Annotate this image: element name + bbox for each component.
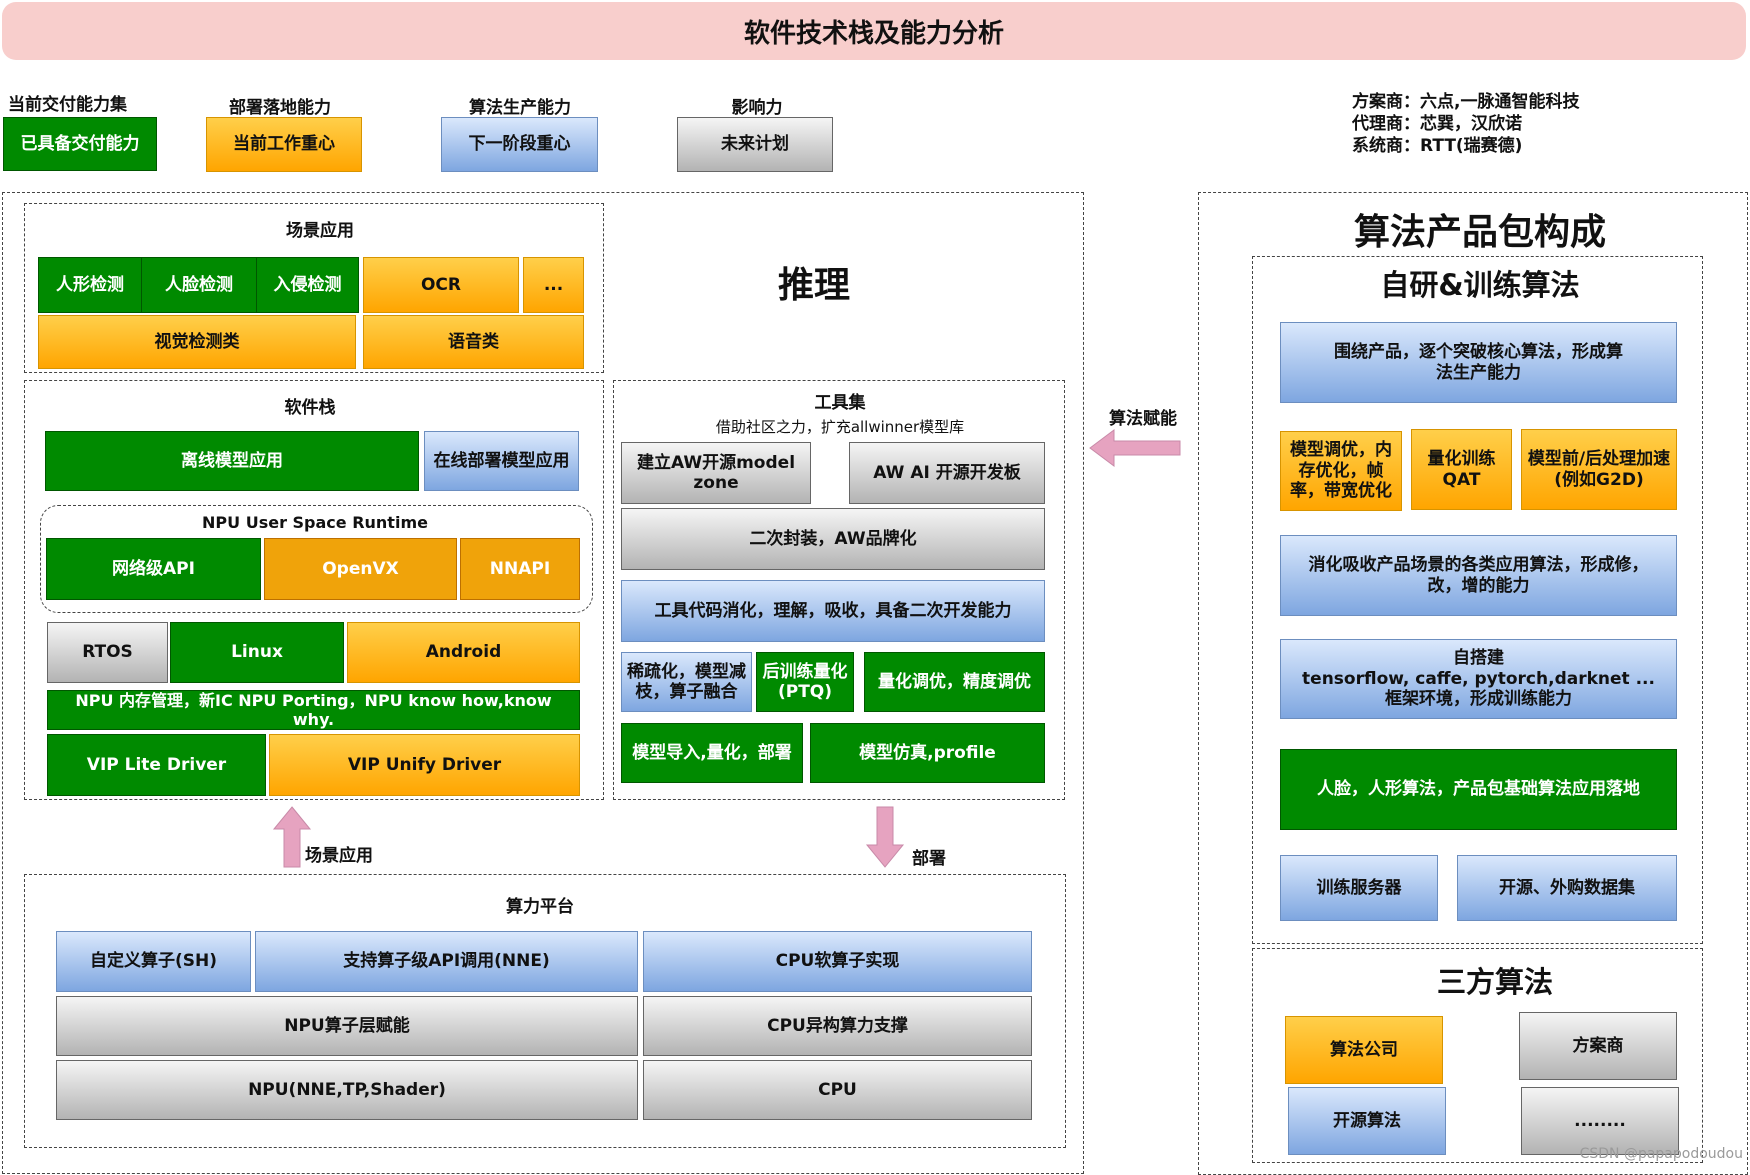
software-stack-title: 软件栈 xyxy=(284,398,336,418)
voice-class: 语音类 xyxy=(363,315,584,369)
page-title: 软件技术栈及能力分析 xyxy=(2,2,1746,60)
legend-heading-deploy: 部署落地能力 xyxy=(229,98,331,118)
legend-heading-influence: 影响力 xyxy=(731,98,783,118)
npu-op-enable: NPU算子层赋能 xyxy=(56,996,638,1056)
aw-model-zone: 建立AW开源model zone xyxy=(621,442,811,504)
training-server: 训练服务器 xyxy=(1280,855,1438,921)
partners: 方案商：六点,一脉通智能科技 代理商：芯巽，汉欣诺 系统商：RTT(瑞赛德) xyxy=(1352,91,1672,157)
arrow-deploy-label: 部署 xyxy=(912,849,946,869)
legend-heading-delivered: 当前交付能力集 xyxy=(8,95,127,115)
inference-title: 推理 xyxy=(777,265,850,306)
custom-operator: 自定义算子(SH) xyxy=(56,931,251,992)
qat: 量化训练QAT xyxy=(1411,429,1512,510)
vision-class: 视觉检测类 xyxy=(38,315,356,369)
npu-memory: NPU 内存管理，新IC NPU Porting，NPU know how,kn… xyxy=(47,690,580,730)
quant-tune: 量化调优，精度调优 xyxy=(864,652,1045,712)
vip-lite-driver: VIP Lite Driver xyxy=(47,734,266,796)
linux: Linux xyxy=(170,622,344,683)
vip-unify-driver: VIP Unify Driver xyxy=(269,734,580,796)
arrow-scene-label: 场景应用 xyxy=(305,846,373,866)
framework-line-2: tensorflow, caffe, pytorch,darknet ... xyxy=(1302,668,1655,689)
rtos: RTOS xyxy=(47,622,168,683)
legend-heading-algo: 算法生产能力 xyxy=(469,98,571,118)
base-algo: 人脸，人形算法，产品包基础算法应用落地 xyxy=(1280,749,1677,830)
solution-vendor: 方案商 xyxy=(1519,1012,1677,1080)
scene-title: 场景应用 xyxy=(286,221,354,241)
open-source-algo: 开源算法 xyxy=(1288,1087,1446,1155)
third-party-title: 三方算法 xyxy=(1436,965,1553,999)
partners-solution: 方案商：六点,一脉通智能科技 xyxy=(1352,92,1580,112)
model-sim: 模型仿真,profile xyxy=(810,723,1045,783)
operator-api: 支持算子级API调用(NNE) xyxy=(255,931,638,992)
ocr: OCR xyxy=(363,257,519,313)
pre-post-accel: 模型前/后处理加速(例如G2D) xyxy=(1521,429,1677,510)
scene-more: ... xyxy=(523,257,584,313)
android: Android xyxy=(347,622,580,683)
human-detect: 人形检测 xyxy=(38,257,142,313)
partners-system: 系统商：RTT(瑞赛德) xyxy=(1352,136,1523,156)
face-detect: 人脸检测 xyxy=(141,257,257,313)
framework-line-3: 框架环境，形成训练能力 xyxy=(1385,689,1572,710)
datasets: 开源、外购数据集 xyxy=(1457,855,1677,921)
self-dev-title: 自研&训练算法 xyxy=(1380,268,1580,302)
third-party-more: ........ xyxy=(1521,1087,1679,1155)
aw-repack: 二次封装，AW品牌化 xyxy=(621,508,1045,570)
nnapi: NNAPI xyxy=(460,538,580,600)
product-title: 算法产品包构成 xyxy=(1353,212,1606,253)
arrow-algo-label: 算法赋能 xyxy=(1109,409,1177,429)
compute-title: 算力平台 xyxy=(506,897,574,917)
legend-next: 下一阶段重心 xyxy=(441,117,598,172)
openvx: OpenVX xyxy=(264,538,457,600)
ptq: 后训练量化(PTQ) xyxy=(756,652,854,712)
network-api: 网络级API xyxy=(46,538,261,600)
model-import: 模型导入,量化，部署 xyxy=(621,723,803,783)
sparse-prune: 稀疏化，模型减枝，算子融合 xyxy=(621,652,752,712)
cpu-hetero: CPU异构算力支撑 xyxy=(643,996,1032,1056)
training-framework: 自搭建 tensorflow, caffe, pytorch,darknet .… xyxy=(1280,639,1677,719)
aw-dev-board: AW AI 开源开发板 xyxy=(849,442,1045,504)
legend-delivered: 已具备交付能力 xyxy=(3,117,157,171)
npu-runtime-title: NPU User Space Runtime xyxy=(202,513,428,532)
arrow-down-icon xyxy=(865,806,905,868)
online-model-app: 在线部署模型应用 xyxy=(424,431,579,491)
toolset-subtitle: 借助社区之力，扩充allwinner模型库 xyxy=(715,418,965,436)
watermark: CSDN @papapodoudou xyxy=(1579,1146,1743,1162)
cpu-soft-op: CPU软算子实现 xyxy=(643,931,1032,992)
cpu: CPU xyxy=(643,1060,1032,1120)
intrusion-detect: 入侵检测 xyxy=(256,257,359,313)
algo-company: 算法公司 xyxy=(1285,1016,1443,1084)
partners-agent: 代理商：芯巽，汉欣诺 xyxy=(1352,114,1522,134)
legend-current: 当前工作重心 xyxy=(206,117,362,172)
framework-line-1: 自搭建 xyxy=(1453,648,1504,669)
offline-model-app: 离线模型应用 xyxy=(45,431,419,491)
absorb-algo: 消化吸收产品场景的各类应用算法，形成修，改，增的能力 xyxy=(1280,535,1677,616)
tool-code-digest: 工具代码消化，理解，吸收，具备二次开发能力 xyxy=(621,580,1045,642)
legend-future: 未来计划 xyxy=(677,117,833,172)
npu-hardware: NPU(NNE,TP,Shader) xyxy=(56,1060,638,1120)
core-algo: 围绕产品，逐个突破核心算法，形成算法生产能力 xyxy=(1280,322,1677,403)
arrow-left-icon xyxy=(1089,429,1181,467)
model-tune: 模型调优，内存优化，帧率，带宽优化 xyxy=(1280,431,1402,511)
toolset-title: 工具集 xyxy=(814,393,866,413)
